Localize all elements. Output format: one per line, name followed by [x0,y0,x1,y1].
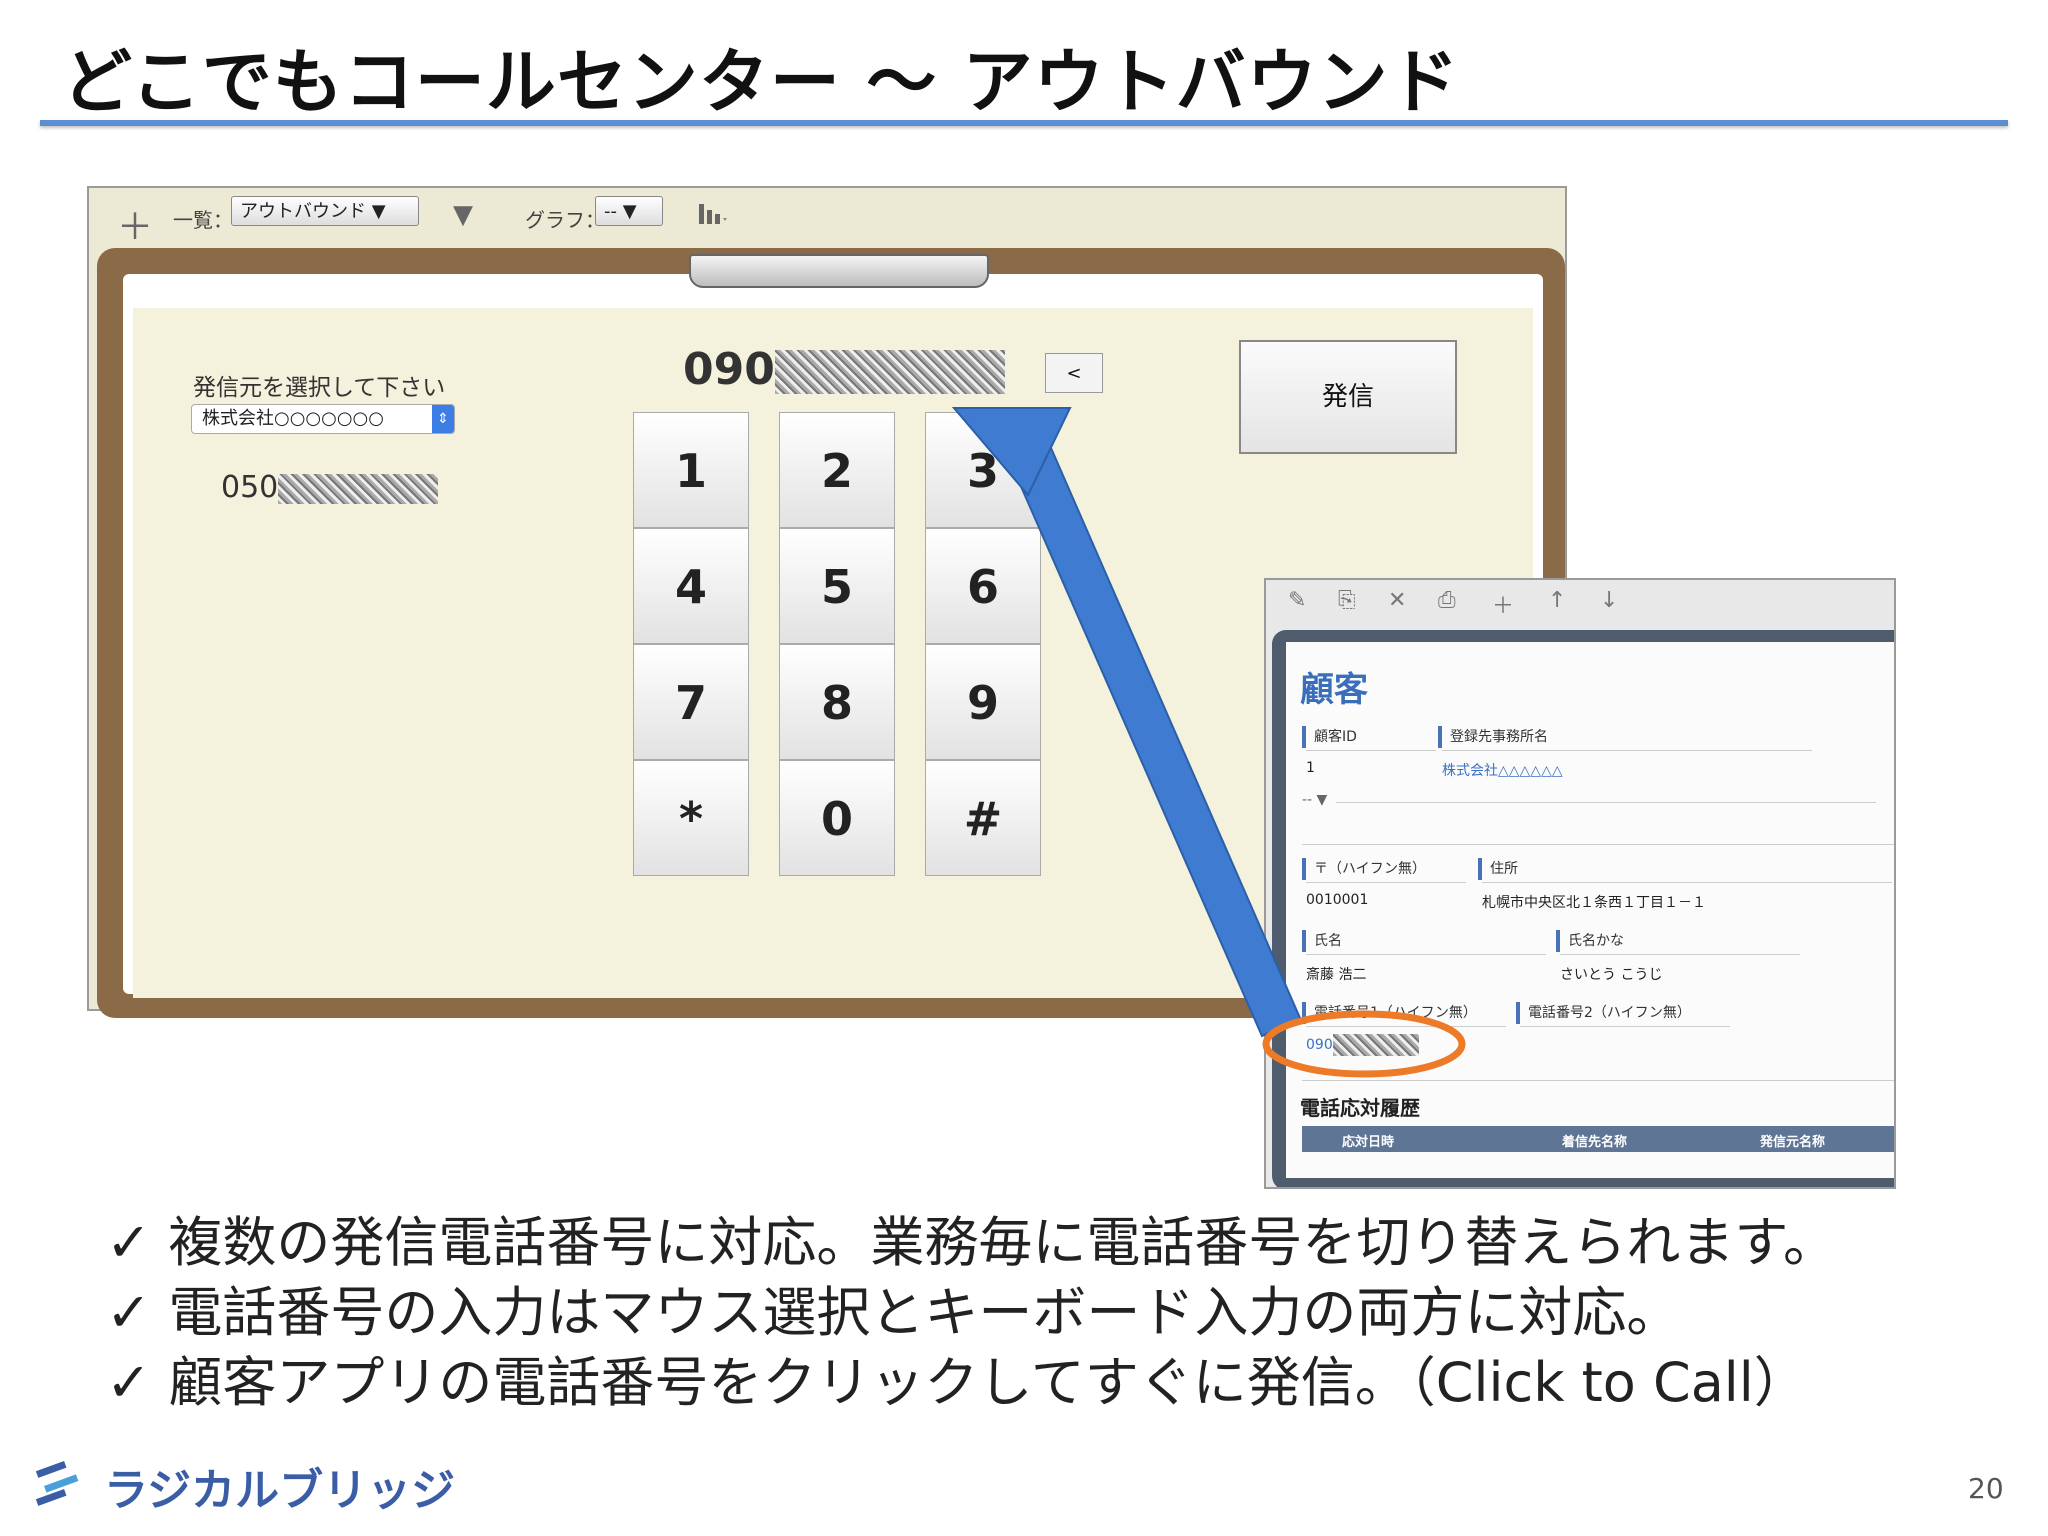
field-rule [1482,882,1892,883]
chart-icon[interactable] [697,200,731,233]
address-value: 札幌市中央区北１条西１丁目１－１ [1482,895,1706,911]
key-1[interactable]: 1 [633,412,749,528]
page-number: 20 [1968,1472,2004,1505]
field-rule [1306,882,1466,883]
phone1-link[interactable]: 090 [1306,1034,1419,1056]
kana-value: さいとう こうじ [1560,967,1663,983]
list-view-select[interactable]: アウトバウンド ▼ [231,196,419,226]
delete-icon[interactable]: ✕ [1388,588,1406,613]
add-icon[interactable]: ＋ [117,198,153,250]
backspace-button[interactable]: < [1045,353,1103,393]
redacted-number [278,473,439,504]
customer-id-label: 顧客ID [1302,726,1357,748]
key-hash[interactable]: # [925,760,1041,876]
company-logo-text: ラジカルブリッジ [104,1465,456,1516]
dash-select[interactable]: -- ▼ [1302,792,1327,808]
field-rule [1306,954,1546,955]
zip-label: 〒（ハイフン無） [1302,858,1426,880]
field-rule [1302,1080,1894,1081]
field-rule [1520,1026,1730,1027]
source-label: 発信元を選択して下さい [193,375,446,401]
source-number-prefix: 050 [221,470,279,505]
key-8[interactable]: 8 [779,644,895,760]
select-spinner-icon: ⇕ [432,405,454,433]
key-star[interactable]: * [633,760,749,876]
dial-number-prefix: 090 [683,344,775,395]
name-label: 氏名 [1302,930,1342,952]
bullet-item: ✓ 電話番号の入力はマウス選択とキーボード入力の両方に対応。 [106,1281,1681,1344]
key-7[interactable]: 7 [633,644,749,760]
redacted-number [774,350,1005,394]
print-icon[interactable]: ⎙ [1438,588,1456,613]
bullet-item: ✓ 複数の発信電話番号に対応。業務毎に電話番号を切り替えられます。 [106,1211,1838,1274]
name-value: 斎藤 浩二 [1306,967,1367,983]
key-2[interactable]: 2 [779,412,895,528]
field-rule [1306,750,1436,751]
list-label: 一覧： [173,208,233,232]
add-icon[interactable]: ＋ [1492,588,1514,620]
key-0[interactable]: 0 [779,760,895,876]
address-label: 住所 [1478,858,1518,880]
customer-app-screenshot: ✎ ⎘ ✕ ⎙ ＋ ↑ ↓ 顧客 顧客ID 1 登録先事務所名 株式会社△△△△… [1264,578,1896,1189]
phone2-label: 電話番号2（ハイフン無） [1516,1002,1691,1024]
field-rule [1442,750,1812,751]
field-rule [1302,844,1894,845]
field-rule [1560,954,1800,955]
customer-title: 顧客 [1300,670,1368,710]
dial-number-display: 090 [683,344,1005,395]
bullet-item: ✓ 顧客アプリの電話番号をクリックしてすぐに発信。（Click to Call） [106,1351,1808,1414]
key-3[interactable]: 3 [925,412,1041,528]
history-col-source: 発信元名称 [1760,1135,1826,1150]
history-col-datetime: 応対日時 [1342,1135,1395,1150]
phone1-label: 電話番号1（ハイフン無） [1302,1002,1477,1024]
app-toolbar: ＋ 一覧： アウトバウンド ▼ ▼ グラフ： -- ▼ [89,188,1565,248]
graph-select[interactable]: -- ▼ [595,196,663,226]
company-logo-icon [35,1461,79,1506]
arrow-up-icon[interactable]: ↑ [1548,588,1566,613]
history-table-header: 応対日時 着信先名称 発信元名称 [1302,1126,1894,1152]
customer-toolbar: ✎ ⎘ ✕ ⎙ ＋ ↑ ↓ [1266,580,1894,624]
customer-id-value: 1 [1306,760,1315,776]
kana-label: 氏名かな [1556,930,1624,952]
history-col-destination: 着信先名称 [1562,1135,1628,1150]
redacted-number [1332,1034,1419,1056]
arrow-down-icon[interactable]: ↓ [1600,588,1618,613]
history-title: 電話応対履歴 [1300,1096,1420,1120]
slide-title: どこでもコールセンター ～ アウトバウンド [62,41,1460,123]
clipboard-clip [689,254,989,288]
key-6[interactable]: 6 [925,528,1041,644]
field-rule [1306,1026,1506,1027]
field-rule [1336,802,1876,803]
bullet-list: ✓ 複数の発信電話番号に対応。業務毎に電話番号を切り替えられます。 ✓ 電話番号… [106,1208,1837,1418]
key-9[interactable]: 9 [925,644,1041,760]
filter-icon[interactable]: ▼ [453,200,473,230]
source-number: 050 [221,470,439,505]
source-select[interactable]: 株式会社○○○○○○○ ⇕ [191,404,455,434]
graph-label: グラフ： [525,208,605,232]
key-4[interactable]: 4 [633,528,749,644]
source-select-value: 株式会社○○○○○○○ [202,408,384,429]
phone1-prefix: 090 [1306,1037,1333,1053]
office-label: 登録先事務所名 [1438,726,1548,748]
zip-value: 0010001 [1306,892,1369,908]
office-link[interactable]: 株式会社△△△△△△ [1442,760,1563,780]
title-underline [40,120,2008,126]
key-5[interactable]: 5 [779,528,895,644]
copy-icon[interactable]: ⎘ [1338,588,1356,613]
call-button[interactable]: 発信 [1239,340,1457,454]
edit-icon[interactable]: ✎ [1288,588,1306,613]
